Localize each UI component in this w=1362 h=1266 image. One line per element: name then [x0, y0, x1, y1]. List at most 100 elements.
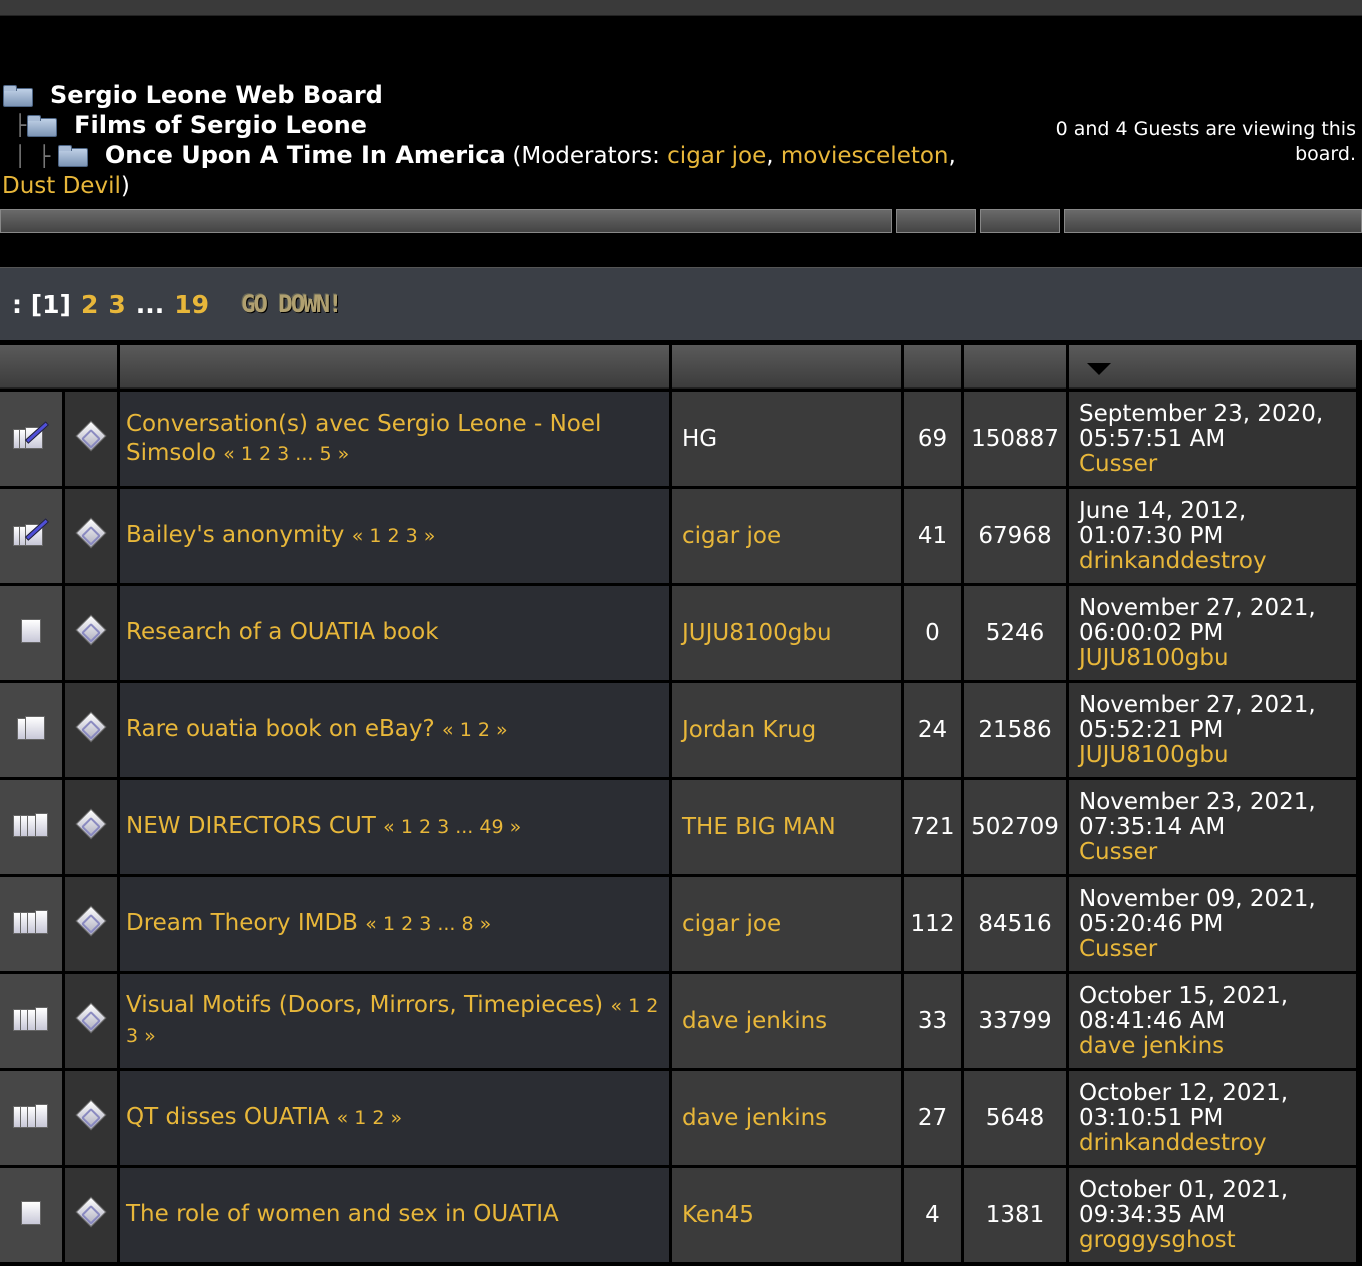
topic-last-post-cell: October 01, 2021, 09:34:35 AM groggysghos…	[1069, 1168, 1356, 1262]
last-post-user-link[interactable]: Cusser	[1079, 451, 1157, 477]
header-views[interactable]	[964, 345, 1066, 389]
topic-subject-link[interactable]: Visual Motifs (Doors, Mirrors, Timepiece…	[126, 992, 603, 1018]
last-post-date: June 14, 2012, 01:07:30 PM	[1079, 497, 1247, 549]
button-bar-segment[interactable]	[1064, 209, 1362, 233]
button-bar-segment[interactable]	[980, 209, 1060, 233]
topic-replies: 41	[904, 489, 961, 583]
topic-starter-cell: HG	[672, 392, 901, 486]
topic-row: Rare ouatia book on eBay? « 1 2 » Jordan …	[0, 683, 1356, 777]
header-last-post[interactable]	[1069, 345, 1356, 389]
sticky-topic-icon	[11, 518, 51, 548]
breadcrumb-current: │ ├ Once Upon A Time In America (Moderat…	[2, 140, 1012, 201]
moderator-link[interactable]: moviesceleton	[781, 143, 949, 169]
topic-subject-cell: Conversation(s) avec Sergio Leone - Noel…	[120, 392, 669, 486]
very-hot-topic-icon	[11, 906, 51, 936]
page-link-last[interactable]: 19	[174, 290, 209, 319]
topic-subject-link[interactable]: The role of women and sex in OUATIA	[126, 1201, 559, 1227]
topic-icon-cell	[0, 877, 62, 971]
topic-starter-cell: dave jenkins	[672, 974, 901, 1068]
very-hot-topic-icon	[11, 809, 51, 839]
header-replies[interactable]	[904, 345, 961, 389]
topic-pages[interactable]: « 1 2 »	[337, 1107, 403, 1129]
topic-subject-cell: Visual Motifs (Doors, Mirrors, Timepiece…	[120, 974, 669, 1068]
topic-subject-link[interactable]: Bailey's anonymity	[126, 522, 344, 548]
breadcrumb-root[interactable]: Sergio Leone Web Board	[2, 80, 1012, 110]
topic-subject-cell: Bailey's anonymity « 1 2 3 »	[120, 489, 669, 583]
normal-topic-icon	[11, 615, 51, 645]
sort-desc-icon[interactable]	[1087, 362, 1111, 375]
topic-icon-cell	[0, 586, 62, 680]
pagination-current: : [1]	[12, 289, 71, 319]
topic-icon-cell	[0, 974, 62, 1068]
breadcrumb-category[interactable]: ├ Films of Sergio Leone	[2, 110, 1012, 140]
breadcrumb-category-link[interactable]: Films of Sergio Leone	[74, 110, 367, 140]
message-icon-cell	[65, 586, 117, 680]
last-post-user-link[interactable]: JUJU8100gbu	[1079, 742, 1229, 768]
topic-starter-link[interactable]: dave jenkins	[682, 1105, 827, 1131]
topic-replies: 24	[904, 683, 961, 777]
topic-row: NEW DIRECTORS CUT « 1 2 3 ... 49 » THE BI…	[0, 780, 1356, 874]
topic-subject-link[interactable]: Dream Theory IMDB	[126, 910, 358, 936]
topic-starter-cell: JUJU8100gbu	[672, 586, 901, 680]
topic-pages[interactable]: « 1 2 3 ... 49 »	[383, 816, 521, 838]
last-post-user-link[interactable]: drinkanddestroy	[1079, 1130, 1267, 1156]
topic-row: Bailey's anonymity « 1 2 3 » cigar joe 41 6…	[0, 489, 1356, 583]
button-bar-segment	[0, 209, 892, 233]
topic-row: Conversation(s) avec Sergio Leone - Noel…	[0, 392, 1356, 486]
topic-starter-link[interactable]: THE BIG MAN	[682, 814, 836, 840]
page-link-2[interactable]: 2	[81, 290, 98, 319]
topic-starter-link[interactable]: JUJU8100gbu	[682, 620, 832, 646]
moderator-link[interactable]: Dust Devil	[2, 173, 121, 199]
last-post-user-link[interactable]: groggysghost	[1079, 1227, 1236, 1253]
topic-last-post-cell: November 09, 2021, 05:20:46 PM Cusser	[1069, 877, 1356, 971]
topic-pages[interactable]: « 1 2 »	[442, 719, 508, 741]
topic-starter-link[interactable]: Ken45	[682, 1202, 754, 1228]
topic-table: Conversation(s) avec Sergio Leone - Noel…	[0, 342, 1359, 1265]
last-post-date: October 12, 2021, 03:10:51 PM	[1079, 1079, 1289, 1131]
topic-views: 5648	[964, 1071, 1066, 1165]
breadcrumb-root-link[interactable]: Sergio Leone Web Board	[50, 80, 383, 110]
moderator-link[interactable]: cigar joe	[667, 143, 766, 169]
topic-subject-link[interactable]: Conversation(s) avec Sergio Leone - Noel…	[126, 411, 601, 466]
header-starter[interactable]	[672, 345, 901, 389]
topic-starter-link[interactable]: Jordan Krug	[682, 717, 816, 743]
topic-pages[interactable]: « 1 2 3 ... 8 »	[365, 913, 491, 935]
topic-subject-link[interactable]: NEW DIRECTORS CUT	[126, 813, 376, 839]
topic-subject-link[interactable]: Research of a OUATIA book	[126, 619, 439, 645]
last-post-user-link[interactable]: Cusser	[1079, 839, 1157, 865]
pagination-bar: : [1] 2 3 ... 19 GO DOWN!	[0, 267, 1362, 340]
button-bar-segment[interactable]	[896, 209, 976, 233]
topic-starter-cell: Ken45	[672, 1168, 901, 1262]
message-diamond-icon	[75, 808, 107, 840]
last-post-date: November 27, 2021, 06:00:02 PM	[1079, 594, 1316, 646]
header-subject[interactable]	[120, 345, 669, 389]
message-diamond-icon	[75, 711, 107, 743]
topic-last-post-cell: November 27, 2021, 05:52:21 PM JUJU8100gb…	[1069, 683, 1356, 777]
folder-icon	[2, 84, 34, 107]
topic-subject-link[interactable]: QT disses OUATIA	[126, 1104, 329, 1130]
message-icon-cell	[65, 1168, 117, 1262]
moderators-close: )	[120, 173, 130, 199]
last-post-user-link[interactable]: JUJU8100gbu	[1079, 645, 1229, 671]
last-post-user-link[interactable]: drinkanddestroy	[1079, 548, 1267, 574]
hot-topic-icon	[11, 712, 51, 742]
message-diamond-icon	[75, 1196, 107, 1228]
page-link-3[interactable]: 3	[108, 290, 125, 319]
topic-row: Research of a OUATIA book JUJU8100gbu 0 52…	[0, 586, 1356, 680]
topic-starter-link[interactable]: cigar joe	[682, 911, 781, 937]
topic-starter-link[interactable]: cigar joe	[682, 523, 781, 549]
topic-last-post-cell: October 12, 2021, 03:10:51 PM drinkanddes…	[1069, 1071, 1356, 1165]
topic-last-post-cell: September 23, 2020, 05:57:51 AM Cusser	[1069, 392, 1356, 486]
message-icon-cell	[65, 974, 117, 1068]
topic-pages[interactable]: « 1 2 3 ... 5 »	[223, 443, 349, 465]
topic-replies: 4	[904, 1168, 961, 1262]
normal-topic-icon	[11, 1197, 51, 1227]
last-post-user-link[interactable]: dave jenkins	[1079, 1033, 1224, 1059]
topic-subject-link[interactable]: Rare ouatia book on eBay?	[126, 716, 435, 742]
go-down-button[interactable]: GO DOWN!	[241, 290, 343, 318]
last-post-user-link[interactable]: Cusser	[1079, 936, 1157, 962]
topic-starter-link[interactable]: dave jenkins	[682, 1008, 827, 1034]
topic-pages[interactable]: « 1 2 3 »	[352, 525, 436, 547]
topic-starter-link[interactable]: HG	[682, 426, 717, 452]
breadcrumb-current-link[interactable]: Once Upon A Time In America	[105, 141, 506, 169]
